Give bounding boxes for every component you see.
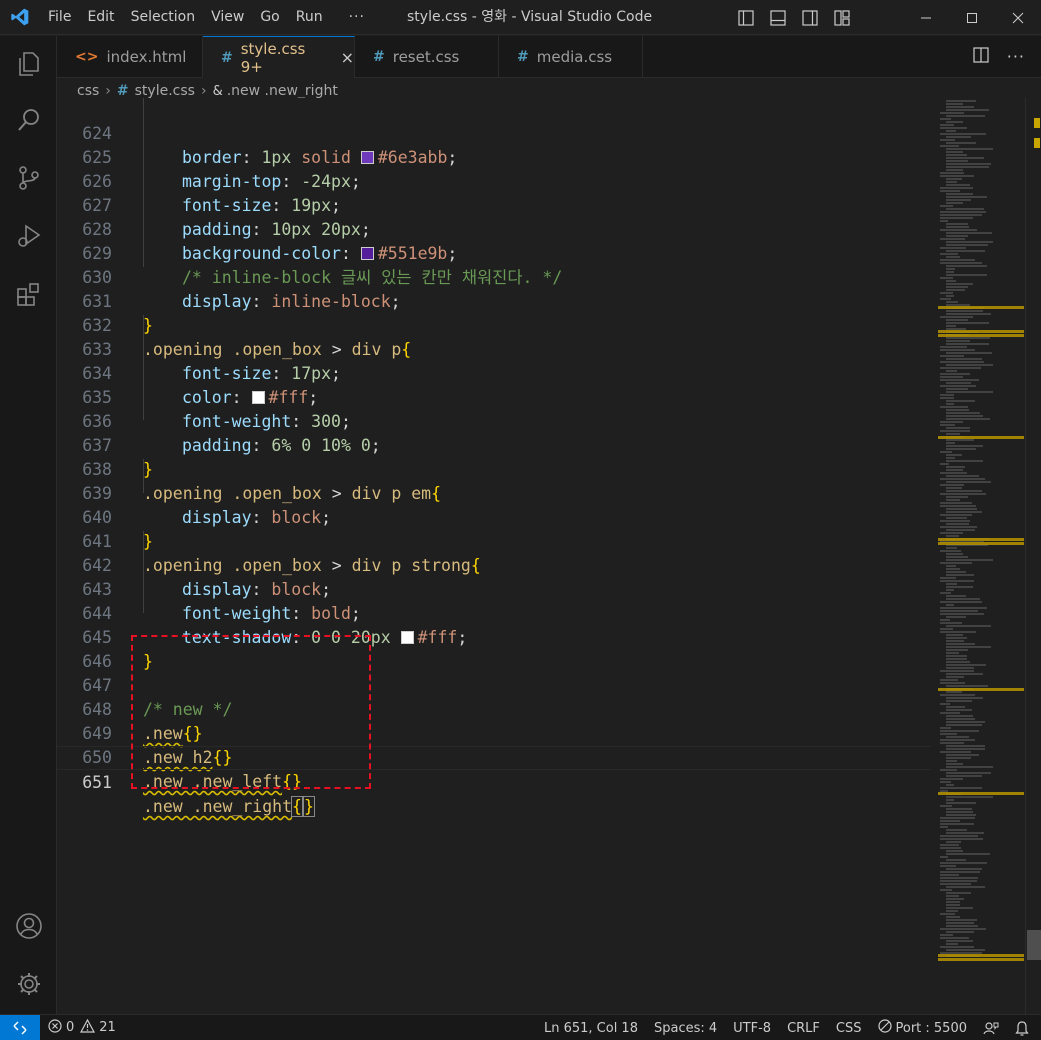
tab-label: style.css 9+ bbox=[240, 39, 306, 76]
run-debug-icon[interactable] bbox=[0, 212, 57, 260]
error-count: 0 bbox=[66, 1020, 75, 1035]
window-title: style.css - 영화 - Visual Studio Code bbox=[407, 9, 653, 25]
language-mode[interactable]: CSS bbox=[828, 1021, 870, 1036]
search-icon[interactable] bbox=[0, 96, 57, 144]
code-line: 637 } bbox=[57, 410, 931, 479]
menu-more-button[interactable]: ··· bbox=[331, 0, 379, 35]
scrollbar-thumb[interactable] bbox=[1027, 930, 1041, 960]
menu-go[interactable]: Go bbox=[252, 0, 287, 35]
live-server-port[interactable]: Port : 5500 bbox=[870, 1019, 976, 1037]
tab-reset-css[interactable]: # reset.css bbox=[355, 36, 499, 77]
menu-edit[interactable]: Edit bbox=[79, 0, 122, 35]
minimize-icon[interactable] bbox=[903, 0, 949, 35]
chevron-right-icon: › bbox=[200, 83, 207, 99]
close-tab-icon[interactable]: × bbox=[341, 48, 354, 67]
source-control-icon[interactable] bbox=[0, 154, 57, 202]
code-line: 642 display: block; bbox=[57, 530, 931, 599]
minimap[interactable] bbox=[938, 98, 1028, 1014]
chevron-right-icon: › bbox=[105, 83, 111, 99]
toggle-primary-sidebar-icon[interactable] bbox=[737, 9, 755, 27]
code-editor[interactable]: 624 border: 1px solid #6e3abb; 625 margi… bbox=[57, 98, 931, 1014]
css-file-icon: # bbox=[517, 48, 529, 65]
activity-bar bbox=[0, 36, 57, 1014]
menu-view[interactable]: View bbox=[203, 0, 252, 35]
code-line: 638 .opening .open_box > div p em{ bbox=[57, 434, 931, 503]
menu-selection[interactable]: Selection bbox=[123, 0, 204, 35]
code-line: 634 color: #fff; bbox=[57, 338, 931, 407]
tab-label: reset.css bbox=[392, 47, 460, 66]
warning-count: 21 bbox=[99, 1020, 116, 1035]
css-file-icon: # bbox=[116, 83, 129, 99]
error-icon bbox=[48, 1018, 62, 1037]
code-line: 625 margin-top: -24px; bbox=[57, 122, 931, 191]
code-line: 635 font-weight: 300; bbox=[57, 362, 931, 431]
code-line: 628 background-color: #551e9b; bbox=[57, 194, 931, 263]
problems-indicator[interactable]: 0 21 bbox=[40, 1018, 124, 1037]
encoding[interactable]: UTF-8 bbox=[725, 1021, 779, 1036]
explorer-icon[interactable] bbox=[0, 40, 57, 88]
annotation-highlight-box bbox=[131, 635, 371, 789]
split-editor-icon[interactable] bbox=[973, 46, 989, 67]
close-window-icon[interactable] bbox=[995, 0, 1041, 35]
tab-label: media.css bbox=[536, 47, 613, 66]
indentation[interactable]: Spaces: 4 bbox=[646, 1021, 725, 1036]
vertical-scrollbar[interactable] bbox=[1025, 98, 1041, 1014]
tab-media-css[interactable]: # media.css bbox=[499, 36, 643, 77]
settings-gear-icon[interactable] bbox=[0, 960, 57, 1008]
code-line: 645 } bbox=[57, 602, 931, 671]
code-line: 632 .opening .open_box > div p{ bbox=[57, 290, 931, 359]
feedback-icon[interactable] bbox=[975, 1021, 1007, 1035]
notifications-bell-icon[interactable] bbox=[1007, 1020, 1041, 1036]
code-line: 627 padding: 10px 20px; bbox=[57, 170, 931, 239]
code-line: 631 } bbox=[57, 266, 931, 335]
toggle-secondary-sidebar-icon[interactable] bbox=[801, 9, 819, 27]
cursor-position[interactable]: Ln 651, Col 18 bbox=[536, 1021, 646, 1036]
tab-label: index.html bbox=[106, 47, 187, 66]
code-line: 640 } bbox=[57, 482, 931, 551]
breadcrumb-file[interactable]: style.css bbox=[135, 83, 195, 99]
menu-bar: File Edit Selection View Go Run ··· bbox=[40, 0, 379, 35]
html-file-icon: <> bbox=[75, 48, 99, 65]
code-line: 629 /* inline-block 글씨 있는 칸만 채워진다. */ bbox=[57, 218, 931, 287]
editor-tabs: <> index.html # style.css 9+ × # reset.c… bbox=[57, 36, 1041, 78]
code-line: 636 padding: 6% 0 10% 0; bbox=[57, 386, 931, 455]
end-of-line[interactable]: CRLF bbox=[779, 1021, 828, 1036]
line-number: 651 bbox=[82, 773, 112, 792]
toggle-panel-icon[interactable] bbox=[769, 9, 787, 27]
breadcrumb-symbol[interactable]: .new .new_right bbox=[227, 83, 338, 99]
code-line: 630 display: inline-block; bbox=[57, 242, 931, 311]
no-entry-icon bbox=[877, 1019, 892, 1037]
remote-indicator-icon[interactable] bbox=[0, 1014, 40, 1040]
vscode-logo-icon bbox=[0, 0, 40, 35]
code-line: 643 font-weight: bold; bbox=[57, 554, 931, 623]
warning-icon bbox=[80, 1018, 96, 1037]
title-bar: File Edit Selection View Go Run ··· styl… bbox=[0, 0, 1041, 35]
code-line: 624 border: 1px solid #6e3abb; bbox=[57, 98, 931, 167]
account-icon[interactable] bbox=[0, 902, 57, 950]
code-line: 641 .opening .open_box > div p strong{ bbox=[57, 506, 931, 575]
css-file-icon: # bbox=[221, 49, 233, 66]
tab-index-html[interactable]: <> index.html bbox=[57, 36, 203, 77]
css-file-icon: # bbox=[373, 48, 385, 65]
breadcrumb-folder[interactable]: css bbox=[77, 83, 99, 99]
code-line: 639 display: block; bbox=[57, 458, 931, 527]
symbol-class-icon: & bbox=[212, 83, 223, 99]
customize-layout-icon[interactable] bbox=[833, 9, 851, 27]
code-line: 626 font-size: 19px; bbox=[57, 146, 931, 215]
more-actions-icon[interactable]: ··· bbox=[1007, 47, 1025, 66]
maximize-icon[interactable] bbox=[949, 0, 995, 35]
menu-file[interactable]: File bbox=[40, 0, 79, 35]
tab-style-css[interactable]: # style.css 9+ × bbox=[203, 36, 355, 78]
extensions-icon[interactable] bbox=[0, 270, 57, 318]
status-bar: 0 21 Ln 651, Col 18 Spaces: 4 UTF-8 CRLF… bbox=[0, 1014, 1041, 1040]
menu-run[interactable]: Run bbox=[288, 0, 331, 35]
code-line: 633 font-size: 17px; bbox=[57, 314, 931, 383]
code-line: 644 text-shadow: 0 0 20px #fff; bbox=[57, 578, 931, 647]
